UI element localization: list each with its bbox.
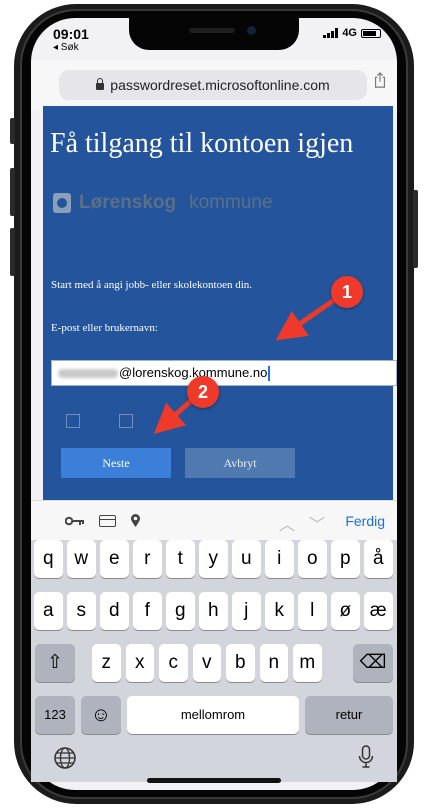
signal-icon <box>323 28 339 38</box>
next-field-chevron-down-icon[interactable]: ﹀ <box>309 511 325 535</box>
key-n[interactable]: n <box>259 644 288 682</box>
key-q[interactable]: q <box>34 540 63 578</box>
back-to-app-link[interactable]: ◂ Søk <box>53 42 79 53</box>
key-x[interactable]: x <box>125 644 154 682</box>
text-cursor <box>268 366 270 382</box>
key-s[interactable]: s <box>67 592 96 630</box>
key-t[interactable]: t <box>166 540 195 578</box>
key-æ[interactable]: æ <box>364 592 393 630</box>
volume-up-button <box>10 168 15 216</box>
credit-card-icon[interactable] <box>99 514 116 527</box>
home-indicator[interactable] <box>147 778 281 783</box>
logo-suffix: kommune <box>189 192 273 213</box>
key-icon[interactable] <box>65 516 85 526</box>
logo-emblem-icon <box>53 193 71 213</box>
redacted-username <box>58 369 118 379</box>
key-v[interactable]: v <box>192 644 221 682</box>
numbers-key[interactable]: 123 <box>35 696 75 734</box>
key-l[interactable]: l <box>298 592 327 630</box>
captcha-checkbox-1[interactable] <box>66 414 80 428</box>
url-field[interactable]: passwordreset.microsoftonline.com <box>59 70 367 100</box>
step-1-callout: 1 <box>331 276 363 308</box>
power-button <box>413 190 418 268</box>
key-h[interactable]: h <box>199 592 228 630</box>
microphone-icon[interactable] <box>358 745 374 769</box>
url-text: passwordreset.microsoftonline.com <box>110 77 330 93</box>
shift-key[interactable]: ⇧ <box>35 644 75 682</box>
email-input[interactable]: @lorenskog.kommune.no <box>51 360 397 386</box>
delete-key[interactable]: ⌫ <box>353 644 393 682</box>
key-j[interactable]: j <box>232 592 261 630</box>
key-m[interactable]: m <box>293 644 322 682</box>
key-a[interactable]: a <box>34 592 63 630</box>
earpiece-speaker <box>189 28 235 33</box>
autofill-icons <box>65 513 141 528</box>
globe-icon[interactable] <box>53 746 77 770</box>
network-type: 4G <box>342 27 357 39</box>
page-title: Få tilgang til kontoen igjen <box>50 128 354 159</box>
key-u[interactable]: u <box>232 540 261 578</box>
volume-down-button <box>10 228 15 276</box>
next-button[interactable]: Neste <box>61 448 171 478</box>
emoji-key[interactable]: ☺ <box>81 696 121 734</box>
organization-logo: Lørenskog kommune <box>53 192 273 214</box>
key-w[interactable]: w <box>67 540 96 578</box>
key-å[interactable]: å <box>364 540 393 578</box>
previous-field-chevron-up-icon[interactable]: ︿ <box>279 511 295 535</box>
battery-icon <box>361 28 381 38</box>
space-key[interactable]: mellomrom <box>127 696 299 734</box>
key-d[interactable]: d <box>100 592 129 630</box>
key-r[interactable]: r <box>133 540 162 578</box>
key-f[interactable]: f <box>133 592 162 630</box>
key-g[interactable]: g <box>166 592 195 630</box>
key-p[interactable]: p <box>331 540 360 578</box>
key-e[interactable]: e <box>100 540 129 578</box>
key-b[interactable]: b <box>226 644 255 682</box>
notch <box>129 18 299 50</box>
status-time: 09:01 <box>53 26 89 42</box>
step-2-callout: 2 <box>187 376 219 408</box>
email-label: E-post eller brukernavn: <box>51 322 158 334</box>
field-navigation: ︿ ﹀ <box>279 511 325 535</box>
key-i[interactable]: i <box>265 540 294 578</box>
browser-address-bar: passwordreset.microsoftonline.com <box>31 60 397 110</box>
captcha-checkbox-2[interactable] <box>119 414 133 428</box>
location-pin-icon[interactable] <box>130 513 141 528</box>
share-icon[interactable] <box>373 72 387 88</box>
key-o[interactable]: o <box>298 540 327 578</box>
front-camera <box>247 26 256 35</box>
key-y[interactable]: y <box>199 540 228 578</box>
key-k[interactable]: k <box>265 592 294 630</box>
onscreen-keyboard: qwertyuiopå asdfghjkløæ zxcvbnm ⇧ ⌫ 123 … <box>31 540 397 782</box>
key-c[interactable]: c <box>159 644 188 682</box>
intro-text: Start med å angi jobb- eller skolekontoe… <box>51 279 253 291</box>
return-key[interactable]: retur <box>305 696 393 734</box>
cancel-button[interactable]: Avbryt <box>185 448 295 478</box>
mute-switch <box>10 118 15 144</box>
lock-icon <box>96 78 105 90</box>
logo-name: Lørenskog <box>79 192 177 213</box>
key-ø[interactable]: ø <box>331 592 360 630</box>
key-z[interactable]: z <box>92 644 121 682</box>
status-icons: 4G <box>323 27 381 39</box>
done-button[interactable]: Ferdig <box>345 513 385 529</box>
keyboard-accessory-bar: ︿ ﹀ Ferdig <box>31 500 397 540</box>
